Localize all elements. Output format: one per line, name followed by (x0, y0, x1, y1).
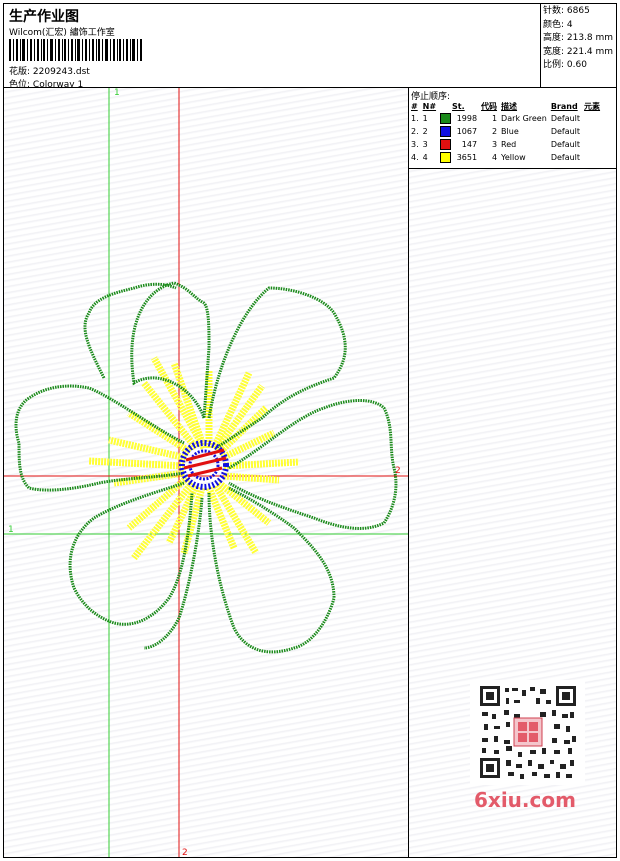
stitch-count: 3651 (456, 153, 478, 162)
col-header: 代码 (481, 101, 498, 111)
row-description: Yellow (501, 153, 526, 162)
stat-stitches: 针数: 6865 (543, 6, 590, 16)
design-line: 花版: 2209243.dst (9, 64, 90, 77)
stat-width: 宽度: 221.4 mm (543, 46, 614, 57)
row-code: 1 (491, 114, 498, 123)
row-index: 4. (411, 153, 419, 162)
company-name: Wilcom(汇宏) 繡饰工作室 (9, 28, 115, 38)
marker-green-top: 1 (114, 88, 120, 98)
row-stitches: 147 (438, 138, 479, 151)
row-element (582, 125, 602, 138)
row-code: 3 (491, 140, 498, 149)
barcode-icon (9, 39, 142, 61)
col-header: Brand (550, 101, 578, 111)
marker-red-bottom: 2 (182, 848, 188, 858)
table-row: 2. 2 1067 2 Blue Default (409, 125, 602, 138)
col-header: St. (452, 101, 465, 111)
row-index: 2. (411, 127, 419, 136)
col-header: N# (422, 101, 437, 111)
page-title: 生产作业图 (9, 9, 79, 25)
stitch-count: 147 (461, 140, 478, 149)
row-brand: Default (550, 140, 581, 149)
row-stitches: 3651 (438, 151, 479, 164)
col-header: 描述 (501, 101, 518, 111)
marker-red-right: 2 (395, 466, 401, 476)
row-description: Blue (501, 127, 519, 136)
design-label: 花版: (9, 67, 31, 77)
row-code: 4 (491, 153, 498, 162)
col-header: 元素 (584, 101, 601, 111)
table-row: 4. 4 3651 4 Yellow Default (409, 151, 602, 164)
stitch-count: 1067 (456, 127, 478, 136)
row-code: 2 (491, 127, 498, 136)
row-element (582, 138, 602, 151)
row-description: Red (501, 140, 517, 149)
table-row: 3. 3 147 3 Red Default (409, 138, 602, 151)
col-header: # (411, 101, 418, 111)
row-brand: Default (550, 114, 581, 123)
header: 生产作业图 Wilcom(汇宏) 繡饰工作室 花版: 2209243.dst 色… (3, 3, 617, 90)
flower-design (4, 88, 408, 857)
table-row: 1. 1 1998 1 Dark Green Default (409, 112, 602, 125)
stat-colors: 颜色: 4 (543, 19, 573, 30)
row-brand: Default (550, 153, 581, 162)
stop-sequence-table: # N# St. 代码 描述 Brand 元素 1. 1 1998 1 Dark Gre… (409, 100, 602, 164)
color-swatch (440, 113, 452, 124)
row-needle: 1 (422, 114, 428, 123)
color-swatch (440, 152, 452, 163)
stat-height: 高度: 213.8 mm (543, 33, 614, 43)
stat-scale: 比例: 0.60 (543, 60, 587, 70)
table-header-row: # N# St. 代码 描述 Brand 元素 (409, 100, 602, 112)
color-swatch (440, 126, 452, 137)
row-brand: Default (550, 127, 581, 136)
design-value: 2209243.dst (32, 67, 90, 77)
marker-green-left: 1 (8, 525, 14, 535)
row-needle: 3 (422, 140, 428, 149)
row-index: 1. (411, 114, 419, 123)
color-swatch (440, 139, 452, 150)
row-stitches: 1998 (438, 112, 479, 125)
qr-code-icon (470, 680, 585, 785)
row-description: Dark Green (501, 114, 547, 123)
row-needle: 4 (422, 153, 428, 162)
row-index: 3. (411, 140, 419, 149)
design-canvas[interactable]: 1 1 2 2 (4, 88, 409, 858)
stitch-count: 1998 (456, 114, 478, 123)
petal-outlines (14, 281, 398, 654)
row-needle: 2 (422, 127, 428, 136)
watermark-logo: 6xiu.com (474, 788, 576, 812)
row-element (582, 151, 602, 164)
stop-sequence-box: 停止顺序: # N# St. 代码 描述 Brand 元素 1. 1 1998 1 Da… (409, 88, 616, 169)
row-stitches: 1067 (438, 125, 479, 138)
stats-box: 针数: 6865 颜色: 4 高度: 213.8 mm 宽度: 221.4 mm… (540, 3, 617, 87)
row-element (582, 112, 602, 125)
